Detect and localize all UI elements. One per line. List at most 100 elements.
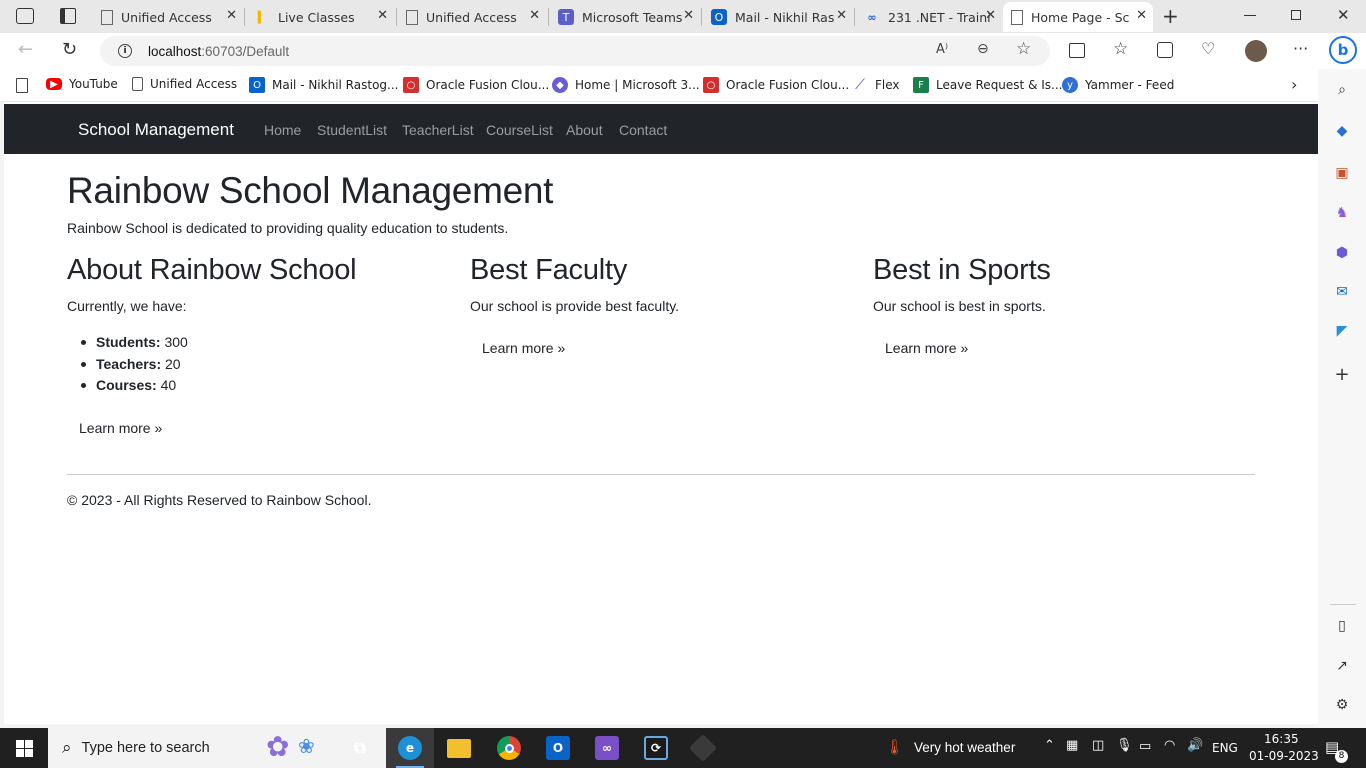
windows-start-icon[interactable] — [16, 740, 33, 757]
search-icon: ⌕ — [62, 738, 72, 758]
zoom-icon[interactable]: ⊖ — [977, 41, 989, 57]
page-icon — [132, 77, 143, 91]
close-tab-icon[interactable]: ✕ — [683, 8, 694, 23]
about-learn-more-button[interactable]: Learn more » — [79, 420, 162, 436]
bookmark-microsoft365[interactable]: ◆ Home | Microsoft 3... — [552, 77, 700, 93]
favorite-star-icon[interactable]: ☆ — [1016, 39, 1031, 59]
nav-teacherlist[interactable]: TeacherList — [402, 122, 474, 138]
tab-dotnet-training[interactable]: ∞ 231 .NET - Traini ✕ — [856, 2, 1002, 32]
drop-icon[interactable]: ◤ — [1333, 322, 1351, 340]
chevron-up-icon[interactable]: ⌃ — [1044, 738, 1055, 753]
read-aloud-icon[interactable]: A⁾ — [936, 42, 948, 57]
network-icon[interactable]: ▦ — [1066, 738, 1078, 753]
bookmark-yammer[interactable]: y Yammer - Feed — [1062, 77, 1174, 93]
faculty-learn-more-button[interactable]: Learn more » — [482, 340, 565, 356]
weather-icon[interactable]: 🌡 — [885, 738, 904, 756]
tab-home-page[interactable]: Home Page - Sc ✕ — [1003, 2, 1153, 32]
tab-actions-icon[interactable] — [60, 8, 76, 24]
nav-home[interactable]: Home — [264, 122, 301, 138]
taskbar-search-input[interactable]: ⌕ Type here to search ✿ ❀ — [48, 728, 388, 768]
bookmark-oracle-2[interactable]: ○ Oracle Fusion Clou... — [703, 77, 849, 93]
shopping-tag-icon[interactable]: ◆ — [1333, 122, 1351, 140]
bookmark-oracle-1[interactable]: ○ Oracle Fusion Clou... — [403, 77, 549, 93]
close-tab-icon[interactable]: ✕ — [377, 8, 388, 23]
task-view-icon[interactable]: ⧉ — [348, 736, 372, 760]
collections-icon[interactable] — [1157, 42, 1173, 58]
favorites-icon[interactable]: ☆ — [1113, 39, 1128, 59]
notification-badge: 8 — [1335, 750, 1348, 763]
clock-time[interactable]: 16:35 — [1264, 732, 1299, 746]
bookmark-label: Oracle Fusion Clou... — [426, 78, 550, 92]
close-tab-icon[interactable]: ✕ — [985, 8, 996, 23]
tab-microsoft-teams[interactable]: T Microsoft Teams ✕ — [550, 2, 700, 32]
info-icon[interactable]: i — [118, 44, 132, 58]
bing-copilot-icon[interactable]: b — [1329, 36, 1357, 64]
outlook-icon[interactable]: ✉ — [1333, 283, 1351, 301]
close-window-icon[interactable]: ✕ — [1337, 6, 1350, 24]
chrome-icon[interactable] — [497, 736, 521, 760]
close-tab-icon[interactable]: ✕ — [1136, 8, 1147, 23]
sidebar-toggle-icon[interactable]: ▯ — [1333, 617, 1351, 635]
workspaces-icon[interactable] — [16, 8, 34, 24]
external-link-icon[interactable]: ↗ — [1333, 657, 1351, 675]
bookmark-unified-access[interactable]: Unified Access — [132, 77, 237, 91]
bookmark-flex[interactable]: ⟋ Flex — [852, 77, 900, 93]
bookmark-label: Flex — [875, 78, 900, 92]
avatar[interactable] — [1245, 40, 1267, 62]
back-icon[interactable]: ← — [18, 39, 33, 60]
tab-unified-access-2[interactable]: Unified Access ✕ — [398, 2, 546, 32]
flowers-decoration-icon: ❀ — [298, 734, 315, 758]
nav-about[interactable]: About — [566, 122, 603, 138]
tab-mail[interactable]: O Mail - Nikhil Ras ✕ — [703, 2, 853, 32]
minimize-icon[interactable] — [1244, 15, 1256, 16]
more-options-icon[interactable]: ··· — [1293, 39, 1308, 58]
meet-now-icon[interactable]: ◫ — [1092, 738, 1104, 753]
bookmark-label: Unified Access — [150, 77, 238, 91]
clock-date[interactable]: 01-09-2023 — [1249, 749, 1319, 763]
git-icon[interactable] — [688, 733, 718, 763]
tab-live-classes[interactable]: ▍ Live Classes ✕ — [246, 2, 394, 32]
close-tab-icon[interactable]: ✕ — [529, 8, 540, 23]
file-explorer-icon[interactable] — [447, 739, 471, 758]
add-icon[interactable]: + — [1333, 364, 1351, 385]
nav-studentlist[interactable]: StudentList — [317, 122, 387, 138]
search-icon[interactable]: ⌕ — [1333, 81, 1351, 99]
new-tab-icon[interactable]: + — [1162, 4, 1179, 28]
tab-title: Unified Access — [426, 9, 517, 25]
wifi-icon[interactable]: ◠ — [1164, 738, 1175, 753]
nav-courselist[interactable]: CourseList — [486, 122, 553, 138]
refresh-icon[interactable]: ↻ — [62, 39, 77, 60]
edge-icon[interactable]: e — [398, 736, 422, 760]
battery-icon[interactable]: ▭ — [1139, 739, 1151, 754]
restore-icon[interactable] — [1291, 10, 1301, 20]
bookmark-leave-request[interactable]: F Leave Request & Is... — [913, 77, 1062, 93]
bookmark-youtube[interactable]: ▶ YouTube — [46, 77, 118, 91]
tab-unified-access-1[interactable]: Unified Access ✕ — [93, 2, 243, 32]
address-bar[interactable]: i localhost:60703/Default A⁾ ⊖ ☆ — [100, 36, 1050, 66]
volume-icon[interactable]: 🔊 — [1187, 738, 1203, 753]
microsoft365-icon[interactable]: ⬢ — [1333, 244, 1351, 262]
reading-list-icon[interactable] — [16, 78, 28, 93]
vs-preview-icon[interactable]: ⟳ — [644, 736, 668, 760]
sports-learn-more-button[interactable]: Learn more » — [885, 340, 968, 356]
language-indicator[interactable]: ENG — [1212, 741, 1238, 755]
page-icon — [101, 9, 113, 25]
tools-icon[interactable]: ▣ — [1333, 164, 1351, 182]
outlook-icon[interactable]: O — [546, 736, 570, 760]
games-icon[interactable]: ♞ — [1333, 204, 1351, 222]
weather-text[interactable]: Very hot weather — [914, 740, 1015, 755]
nav-contact[interactable]: Contact — [619, 122, 667, 138]
site-brand[interactable]: School Management — [78, 120, 234, 140]
close-tab-icon[interactable]: ✕ — [226, 8, 237, 23]
bookmark-mail[interactable]: O Mail - Nikhil Rastog... — [249, 77, 398, 93]
visual-studio-icon[interactable]: ∞ — [595, 736, 619, 760]
settings-gear-icon[interactable]: ⚙ — [1333, 696, 1351, 714]
outlook-icon: O — [711, 9, 727, 25]
split-screen-icon[interactable] — [1069, 43, 1085, 58]
microsoft365-icon: ◆ — [552, 77, 568, 93]
microphone-icon[interactable]: 🎙 — [1116, 738, 1133, 753]
chevron-right-icon[interactable]: › — [1291, 75, 1297, 94]
edge-sidebar: ⌕ ◆ ▣ ♞ ⬢ ✉ ◤ + ▯ ↗ ⚙ — [1318, 69, 1366, 728]
close-tab-icon[interactable]: ✕ — [836, 8, 847, 23]
browser-essentials-icon[interactable]: ♡ — [1201, 39, 1215, 58]
